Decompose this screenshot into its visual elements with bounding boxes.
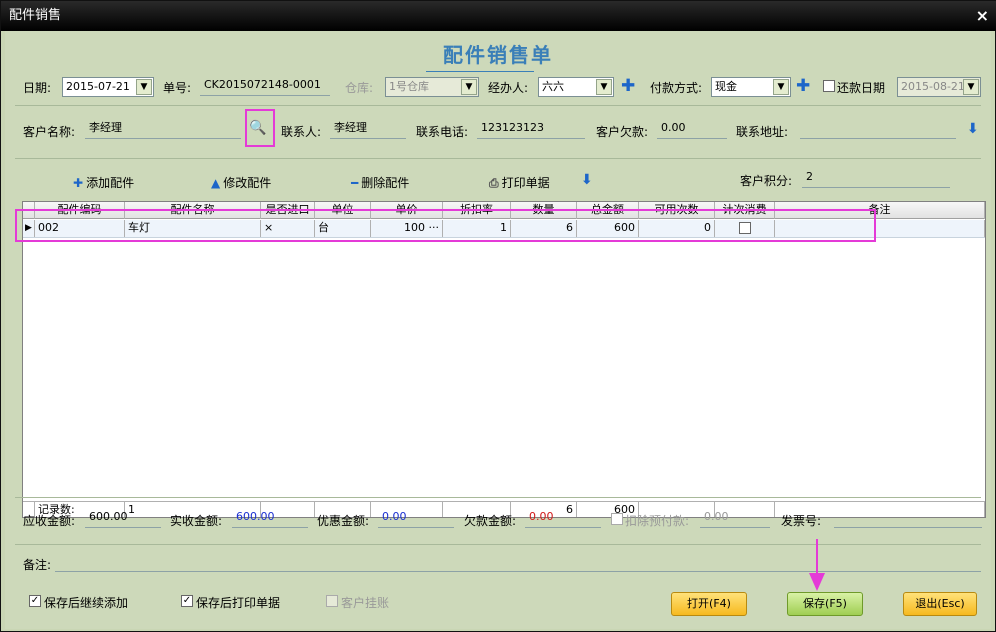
- printer-icon: ⎙: [489, 176, 499, 190]
- add-part-button[interactable]: ✚ 添加配件: [73, 174, 134, 191]
- note-field[interactable]: [55, 552, 981, 572]
- discount-label: 优惠金额:: [317, 514, 370, 528]
- continue-add-checkbox[interactable]: ✓: [29, 595, 41, 607]
- divider: [15, 105, 981, 106]
- chevron-down-icon[interactable]: ▼: [136, 79, 152, 95]
- payment-select[interactable]: 现金 ▼: [711, 77, 791, 97]
- receivable-field: 600.00: [85, 508, 161, 528]
- annotation-arrow-icon: [809, 539, 825, 591]
- warehouse-select: 1号仓库 ▼: [385, 77, 479, 97]
- prepay-label: 扣除预付款:: [625, 514, 690, 528]
- row-highlight-box: [15, 209, 876, 242]
- address-label: 联系地址:: [736, 125, 789, 139]
- continue-add-label: 保存后继续添加: [44, 596, 129, 610]
- repay-date-picker: 2015-08-21 ▼: [897, 77, 981, 97]
- arrow-down-icon[interactable]: ⬇: [967, 121, 979, 137]
- hang-label: 客户挂账: [341, 596, 390, 610]
- chevron-down-icon[interactable]: ▼: [773, 79, 789, 95]
- debt-field: 0.00: [657, 119, 727, 139]
- actual-label: 实收金额:: [170, 514, 223, 528]
- add-payment-icon[interactable]: ✚: [796, 78, 810, 95]
- delete-part-button[interactable]: ━ 删除配件: [351, 174, 409, 191]
- repay-date-checkbox[interactable]: [823, 80, 835, 92]
- save-button[interactable]: 保存(F5): [787, 592, 863, 616]
- parts-grid[interactable]: 配件编码 配件名称 是否进口 单位 单价 折扣率 数量 总金额 可用次数 计次消…: [22, 201, 986, 518]
- invoice-field[interactable]: [834, 508, 982, 528]
- repay-date-label: 还款日期: [837, 81, 886, 95]
- form-title: 配件销售单: [5, 39, 991, 72]
- receivable-label: 应收金额:: [23, 514, 76, 528]
- print-after-label: 保存后打印单据: [196, 596, 281, 610]
- form-body: 配件销售单 日期: 2015-07-21 ▼ 单号: CK2015072148-0…: [5, 31, 991, 629]
- handler-select[interactable]: 六六 ▼: [538, 77, 614, 97]
- phone-label: 联系电话:: [416, 125, 469, 139]
- phone-field[interactable]: 123123123: [477, 119, 585, 139]
- discount-field[interactable]: 0.00: [378, 508, 454, 528]
- close-icon[interactable]: ×: [976, 1, 989, 31]
- open-button[interactable]: 打开(F4): [671, 592, 747, 616]
- prepay-checkbox[interactable]: [611, 513, 623, 525]
- divider: [15, 497, 981, 498]
- hang-checkbox: [326, 595, 338, 607]
- chevron-down-icon[interactable]: ▼: [596, 79, 612, 95]
- divider: [15, 544, 981, 545]
- debt-label: 客户欠款:: [596, 125, 649, 139]
- minus-icon: ━: [351, 176, 359, 190]
- contact-field[interactable]: 李经理: [330, 119, 406, 139]
- date-picker[interactable]: 2015-07-21 ▼: [62, 77, 154, 97]
- print-button[interactable]: ⎙ 打印单据: [489, 174, 550, 191]
- print-after-checkbox[interactable]: ✓: [181, 595, 193, 607]
- note-label: 备注:: [23, 558, 52, 572]
- order-label: 单号:: [163, 81, 192, 95]
- triangle-up-icon: ▲: [211, 176, 221, 190]
- contact-label: 联系人:: [281, 125, 322, 139]
- add-handler-icon[interactable]: ✚: [621, 78, 635, 95]
- chevron-down-icon: ▼: [963, 79, 979, 95]
- highlight-box: [245, 109, 275, 147]
- order-number-field[interactable]: CK2015072148-0001: [200, 76, 330, 96]
- exit-button[interactable]: 退出(Esc): [903, 592, 977, 616]
- edit-part-button[interactable]: ▲ 修改配件: [211, 174, 271, 191]
- payment-label: 付款方式:: [650, 81, 703, 95]
- customer-label: 客户名称:: [23, 125, 76, 139]
- prepay-field: 0.00: [700, 508, 770, 528]
- date-label: 日期:: [23, 81, 52, 95]
- title-bar: 配件销售 ×: [1, 1, 996, 31]
- owed-label: 欠款金额:: [464, 514, 517, 528]
- points-label: 客户积分:: [740, 174, 793, 188]
- actual-field[interactable]: 600.00: [232, 508, 308, 528]
- points-field: 2: [802, 168, 950, 188]
- chevron-down-icon: ▼: [461, 79, 477, 95]
- plus-icon: ✚: [73, 176, 84, 190]
- sales-window: 配件销售 × 配件销售单 日期: 2015-07-21 ▼ 单号: CK20150…: [0, 0, 996, 632]
- address-field[interactable]: [800, 119, 956, 139]
- arrow-down-icon[interactable]: ⬇: [581, 172, 593, 188]
- handler-label: 经办人:: [488, 81, 529, 95]
- customer-field[interactable]: 李经理: [85, 119, 241, 139]
- window-title: 配件销售: [9, 8, 62, 23]
- owed-field: 0.00: [525, 508, 601, 528]
- divider: [15, 158, 981, 159]
- warehouse-label: 仓库:: [345, 81, 374, 95]
- invoice-label: 发票号:: [781, 514, 822, 528]
